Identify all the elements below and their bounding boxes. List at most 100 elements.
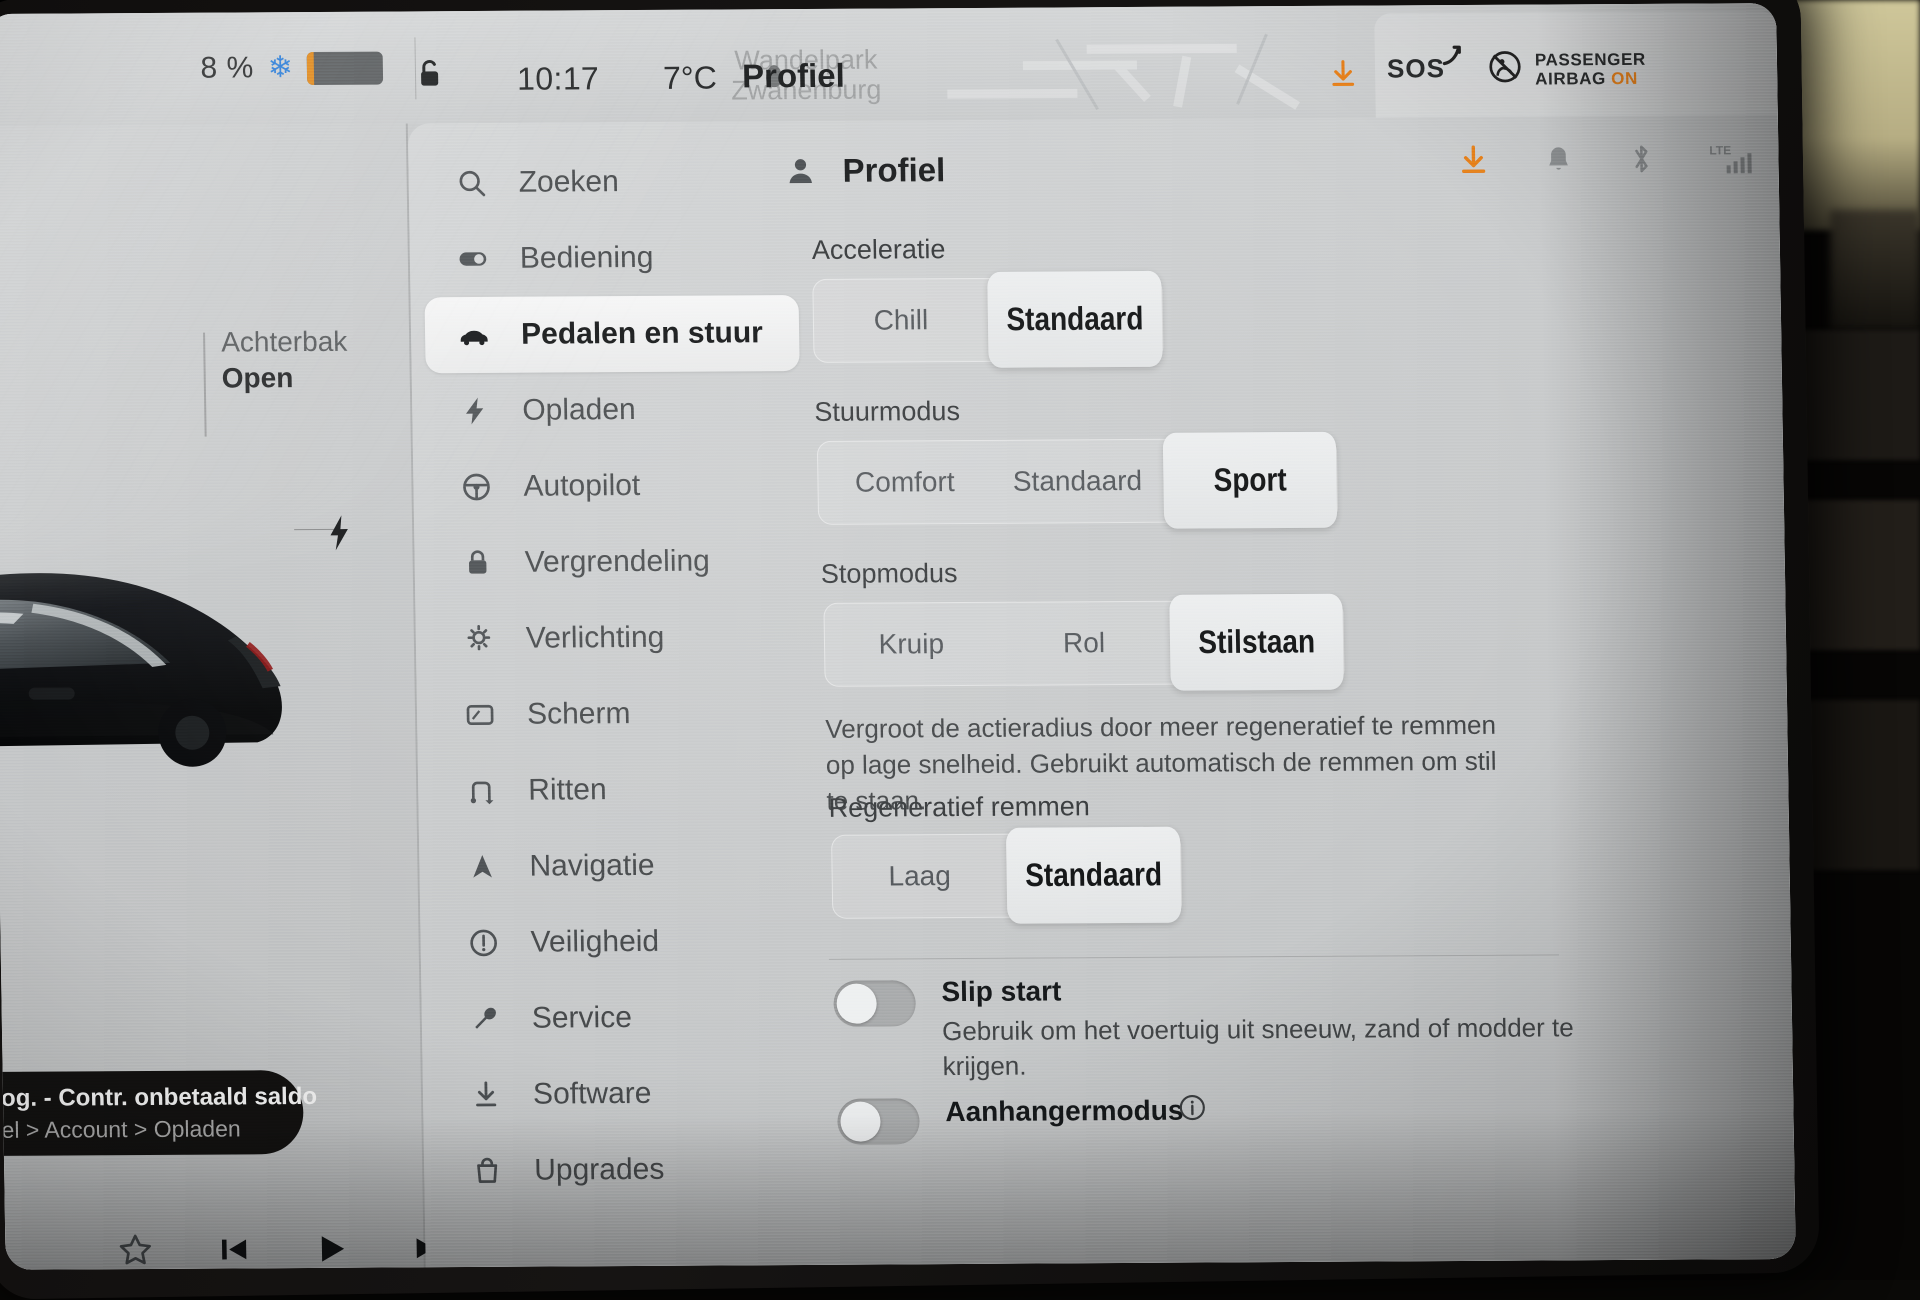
notification-toast[interactable]: og. - Contr. onbetaald saldo el > Accoun… (0, 1070, 318, 1157)
sidebar-item-label: Veiligheid (530, 924, 660, 959)
download-arrow-icon[interactable] (1456, 143, 1491, 182)
settings-sidebar: Zoeken Bediening Pedalen en stuur Oplade… (408, 121, 828, 1267)
sidebar-item-label: Scherm (526, 697, 631, 731)
sidebar-item-ritten[interactable]: Ritten (432, 751, 807, 829)
content-header: Profiel LTE (786, 129, 1779, 207)
airbag-state: ON (1611, 68, 1639, 88)
map-roads-artifact (947, 33, 1300, 110)
steering-wheel-icon (459, 470, 494, 504)
sidebar-item-service[interactable]: Service (435, 979, 810, 1057)
sidebar-item-label: Zoeken (518, 165, 620, 199)
segmented-control-acceleratie: Chill Standaard (812, 270, 1164, 368)
sidebar-item-scherm[interactable]: Scherm (430, 675, 805, 753)
toggle-slip-start[interactable] (833, 980, 917, 1027)
sidebar-item-verlichting[interactable]: Verlichting (429, 599, 804, 677)
sidebar-item-zoeken[interactable]: Zoeken (422, 143, 797, 221)
bell-icon[interactable] (1542, 143, 1575, 180)
section-title-regeneratief-remmen: Regeneratief remmen (828, 791, 1090, 823)
seg-option-rol[interactable]: Rol (997, 602, 1171, 685)
sidebar-item-label: Pedalen en stuur (520, 316, 764, 351)
sidebar-item-autopilot[interactable]: Autopilot (427, 447, 802, 525)
seg-option-kruip[interactable]: Kruip (824, 603, 998, 686)
sos-phone-icon (1437, 41, 1468, 76)
seg-option-standaard[interactable]: Standaard (987, 270, 1163, 368)
seg-option-standaard[interactable]: Standaard (991, 440, 1165, 523)
bolt-icon (458, 394, 493, 428)
segmented-control-stuurmodus: Comfort Standaard Sport (816, 431, 1339, 529)
seg-option-comfort[interactable]: Comfort (818, 441, 992, 524)
lock-icon (460, 546, 495, 580)
settings-content: Profiel LTE Acceleratie Chill Standaard … (789, 115, 1796, 1265)
sidebar-item-label: Service (531, 1001, 633, 1035)
unlocked-padlock-icon[interactable] (414, 57, 449, 91)
segmented-control-regeneratief-remmen: Laag Standaard (830, 826, 1183, 924)
seg-option-laag[interactable]: Laag (832, 835, 1007, 918)
toggle-aanhangermodus[interactable] (837, 1098, 920, 1145)
shopping-bag-icon (470, 1154, 505, 1188)
section-title-acceleratie: Acceleratie (811, 234, 946, 265)
info-circle-icon[interactable] (1177, 1093, 1208, 1128)
sidebar-item-label: Navigatie (529, 848, 655, 883)
battery-percent-label: 8 % (200, 51, 254, 85)
lightning-bolt-icon[interactable] (324, 514, 355, 557)
clock-label: 10:17 (516, 60, 600, 97)
download-arrow-icon[interactable] (1327, 58, 1360, 95)
display-icon (463, 698, 498, 732)
airbag-text: PASSENGER AIRBAG ON (1534, 49, 1646, 89)
sidebar-item-label: Autopilot (523, 468, 641, 503)
bluetooth-icon[interactable] (1626, 142, 1657, 181)
sidebar-item-software[interactable]: Software (436, 1055, 811, 1133)
star-icon[interactable] (115, 1230, 156, 1270)
sidebar-item-label: Upgrades (533, 1152, 665, 1187)
status-bar: 8 % ❄ 10:17 7°C Wandelpark Zwanenburg Pr… (0, 3, 1778, 126)
sidebar-item-label: Bediening (519, 240, 654, 275)
sidebar-item-label: Ritten (527, 773, 607, 807)
section-title-stuurmodus: Stuurmodus (814, 396, 961, 427)
battery-icon (306, 51, 384, 85)
navigation-arrow-icon (465, 850, 500, 884)
trunk-label: Achterbak (220, 325, 348, 358)
sidebar-item-navigatie[interactable]: Navigatie (433, 827, 808, 905)
tesla-touchscreen: 8 % ❄ 10:17 7°C Wandelpark Zwanenburg Pr… (0, 3, 1796, 1270)
toast-path: el > Account > Opladen (1, 1114, 241, 1143)
sidebar-item-label: Vergrendeling (524, 544, 711, 579)
light-bulb-icon (462, 622, 497, 656)
person-icon (784, 155, 817, 187)
search-icon (454, 166, 489, 200)
outside-temperature-label: 7°C (662, 59, 718, 96)
sidebar-item-bediening[interactable]: Bediening (423, 219, 798, 297)
seg-option-chill[interactable]: Chill (813, 279, 988, 362)
status-bar-left: 8 % ❄ (0, 11, 406, 126)
download-icon (469, 1078, 504, 1112)
play-icon[interactable] (311, 1229, 352, 1269)
vehicle-render[interactable] (0, 474, 349, 818)
media-controls (115, 1228, 450, 1270)
sidebar-item-label: Software (532, 1076, 652, 1111)
lte-signal-icon[interactable]: LTE (1708, 141, 1761, 180)
aanhangermodus-label: Aanhangermodus (945, 1094, 1184, 1128)
seg-option-standaard[interactable]: Standaard (1005, 826, 1182, 924)
seg-option-stilstaan[interactable]: Stilstaan (1169, 593, 1344, 691)
room-light-patch (1790, 0, 1920, 230)
sidebar-item-vergrendeling[interactable]: Vergrendeling (428, 523, 803, 601)
passenger-airbag-indicator: PASSENGER AIRBAG ON (1487, 48, 1647, 90)
alert-circle-icon (466, 926, 501, 960)
slip-start-description: Gebruik om het voertuig uit sneeuw, zand… (941, 1012, 1574, 1082)
car-icon (457, 318, 492, 352)
sidebar-item-veiligheid[interactable]: Veiligheid (434, 903, 809, 981)
header-status-icons: LTE (1456, 141, 1761, 182)
sidebar-item-upgrades[interactable]: Upgrades (438, 1131, 813, 1209)
sidebar-item-opladen[interactable]: Opladen (426, 371, 801, 449)
toast-title: og. - Contr. onbetaald saldo (0, 1082, 318, 1112)
section-divider (828, 954, 1559, 960)
sidebar-item-label: Opladen (522, 393, 636, 427)
seg-option-sport[interactable]: Sport (1163, 431, 1338, 529)
skip-previous-icon[interactable] (213, 1229, 254, 1269)
room-shadow-patch (1830, 210, 1920, 330)
page-title-overlay: Profiel (741, 56, 846, 95)
sidebar-item-label: Verlichting (525, 620, 665, 655)
vehicle-panel: Achterbak Open og. - Contr. onbetaald sa… (0, 123, 441, 1270)
settings-sheet: Zoeken Bediening Pedalen en stuur Oplade… (407, 115, 1796, 1268)
sidebar-item-pedalen-en-stuur[interactable]: Pedalen en stuur (424, 295, 800, 374)
airbag-off-icon (1487, 49, 1524, 90)
